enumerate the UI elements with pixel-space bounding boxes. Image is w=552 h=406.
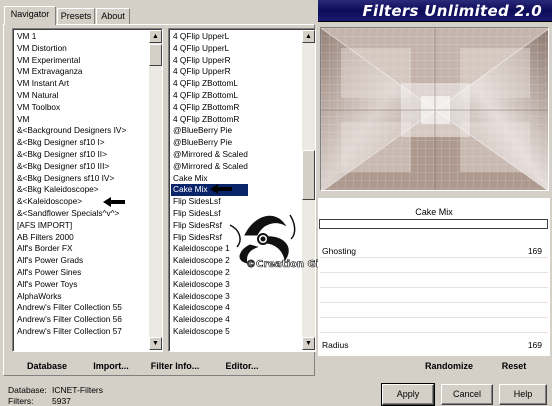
cancel-button[interactable]: Cancel bbox=[441, 384, 493, 405]
category-list-item[interactable]: VM Instant Art bbox=[15, 78, 126, 90]
filter-list-item[interactable]: 4 QFlip ZBottomL bbox=[171, 90, 248, 102]
filter-preview-image bbox=[320, 27, 549, 191]
filter-list-item[interactable]: @Mirrored & Scaled bbox=[171, 161, 248, 173]
category-list-item[interactable]: &<Bkg Kaleidoscope> bbox=[15, 184, 126, 196]
filter-list-item[interactable]: 4 QFlip ZBottomR bbox=[171, 114, 248, 126]
apply-button[interactable]: Apply bbox=[381, 383, 435, 406]
category-list-item[interactable]: &<Background Designers IV> bbox=[15, 125, 126, 137]
category-list-item[interactable]: AB Filters 2000 bbox=[15, 232, 126, 244]
slider-empty bbox=[320, 273, 548, 288]
filter-list-item[interactable]: Kaleidoscope 3 bbox=[171, 279, 248, 291]
filter-list-item[interactable]: 4 QFlip ZBottomR bbox=[171, 102, 248, 114]
filter-scrollbar[interactable]: ▲ ▼ bbox=[302, 30, 315, 350]
title-banner: Filters Unlimited 2.0 bbox=[318, 0, 552, 22]
filter-list-item[interactable]: Kaleidoscope 2 bbox=[171, 267, 248, 279]
slider-value: 169 bbox=[527, 246, 542, 256]
category-list-item[interactable]: AlphaWorks bbox=[15, 291, 126, 303]
filter-list-item[interactable]: Kaleidoscope 5 bbox=[171, 326, 248, 338]
tab-about[interactable]: About bbox=[96, 8, 130, 24]
slider-value: 169 bbox=[527, 340, 542, 350]
filter-list-item[interactable]: Kaleidoscope 4 bbox=[171, 302, 248, 314]
randomize-button[interactable]: Randomize bbox=[420, 358, 478, 374]
scroll-down-icon[interactable]: ▼ bbox=[302, 337, 315, 350]
category-list-item[interactable]: &<Bkg Designers sf10 IV> bbox=[15, 173, 126, 185]
progress-bar bbox=[319, 219, 548, 229]
category-list-item[interactable]: &<Bkg Designer sf10 III> bbox=[15, 161, 126, 173]
filter-list-item[interactable]: @BlueBerry Pie bbox=[171, 137, 248, 149]
scroll-up-icon[interactable]: ▲ bbox=[149, 30, 162, 43]
filters-value: 5937 bbox=[52, 396, 71, 406]
tab-presets[interactable]: Presets bbox=[57, 8, 95, 24]
category-list-item[interactable]: &<Bkg Designer sf10 I> bbox=[15, 137, 126, 149]
slider-empty bbox=[320, 288, 548, 303]
category-list-item[interactable]: Andrew's Filter Collection 56 bbox=[15, 314, 126, 326]
filter-list-item[interactable]: 4 QFlip UpperL bbox=[171, 31, 248, 43]
slider-empty bbox=[320, 303, 548, 318]
filter-info-button[interactable]: Filter Info... bbox=[148, 358, 202, 374]
slider-radius[interactable]: Radius 169 bbox=[320, 337, 548, 352]
tab-navigator[interactable]: Navigator bbox=[4, 6, 56, 25]
pointer-arrow-icon bbox=[103, 197, 125, 207]
slider-empty bbox=[320, 318, 548, 333]
filter-list-item[interactable]: 4 QFlip UpperR bbox=[171, 66, 248, 78]
category-list-item[interactable]: Alf's Power Sines bbox=[15, 267, 126, 279]
slider-empty bbox=[320, 258, 548, 273]
filter-list[interactable]: 4 QFlip UpperL 4 QFlip UpperL 4 QFlip Uppe… bbox=[168, 28, 316, 352]
category-list[interactable]: VM 1 VM Distortion VM Experimental VM Extra… bbox=[12, 28, 163, 352]
scroll-down-icon[interactable]: ▼ bbox=[149, 337, 162, 350]
filter-list-item[interactable]: Kaleidoscope 3 bbox=[171, 291, 248, 303]
import-button[interactable]: Import... bbox=[88, 358, 134, 374]
category-items: VM 1 VM Distortion VM Experimental VM Extra… bbox=[15, 31, 126, 338]
category-list-item[interactable]: Alf's Border FX bbox=[15, 243, 126, 255]
slider-label: Radius bbox=[322, 340, 349, 350]
database-label: Database: bbox=[8, 385, 47, 395]
category-list-item[interactable]: Alf's Power Grads bbox=[15, 255, 126, 267]
filter-list-item[interactable]: Cake Mix bbox=[171, 173, 248, 185]
scroll-up-icon[interactable]: ▲ bbox=[302, 30, 315, 43]
category-list-item[interactable]: VM Distortion bbox=[15, 43, 126, 55]
filter-list-item[interactable]: 4 QFlip UpperR bbox=[171, 55, 248, 67]
category-list-item[interactable]: VM Natural bbox=[15, 90, 126, 102]
database-button[interactable]: Database bbox=[21, 358, 73, 374]
scroll-thumb[interactable] bbox=[302, 150, 315, 200]
filter-list-item[interactable]: @Mirrored & Scaled bbox=[171, 149, 248, 161]
category-list-item[interactable]: VM Experimental bbox=[15, 55, 126, 67]
category-list-item[interactable]: VM Extravaganza bbox=[15, 66, 126, 78]
editor-button[interactable]: Editor... bbox=[220, 358, 264, 374]
database-value: ICNET-Filters bbox=[52, 385, 103, 395]
filter-list-item[interactable]: 4 QFlip UpperL bbox=[171, 43, 248, 55]
category-list-item[interactable]: VM Toolbox bbox=[15, 102, 126, 114]
category-scrollbar[interactable]: ▲ ▼ bbox=[149, 30, 162, 350]
category-list-item[interactable]: Andrew's Filter Collection 55 bbox=[15, 302, 126, 314]
filters-label: Filters: bbox=[8, 396, 34, 406]
category-list-item[interactable]: Alf's Power Toys bbox=[15, 279, 126, 291]
slider-ghosting[interactable]: Ghosting 169 bbox=[320, 243, 548, 258]
category-list-item[interactable]: VM 1 bbox=[15, 31, 126, 43]
category-list-item[interactable]: [AFS IMPORT] bbox=[15, 220, 126, 232]
category-list-item[interactable]: Andrew's Filter Collection 57 bbox=[15, 326, 126, 338]
category-list-item[interactable]: VM bbox=[15, 114, 126, 126]
scroll-thumb[interactable] bbox=[149, 44, 162, 66]
pointer-arrow-icon bbox=[210, 184, 232, 194]
watermark-flourish-icon bbox=[229, 214, 296, 264]
filter-name-label: Cake Mix bbox=[415, 207, 453, 217]
app-title: Filters Unlimited 2.0 bbox=[362, 2, 542, 20]
filter-list-item[interactable]: 4 QFlip ZBottomL bbox=[171, 78, 248, 90]
help-button[interactable]: Help bbox=[499, 384, 547, 405]
filter-list-item[interactable]: @BlueBerry Pie bbox=[171, 125, 248, 137]
slider-label: Ghosting bbox=[322, 246, 357, 256]
filter-list-item[interactable]: Kaleidoscope 4 bbox=[171, 314, 248, 326]
category-list-item[interactable]: &<Sandflower Specials^v^> bbox=[15, 208, 126, 220]
reset-button[interactable]: Reset bbox=[494, 358, 534, 374]
category-list-item[interactable]: &<Bkg Designer sf10 II> bbox=[15, 149, 126, 161]
